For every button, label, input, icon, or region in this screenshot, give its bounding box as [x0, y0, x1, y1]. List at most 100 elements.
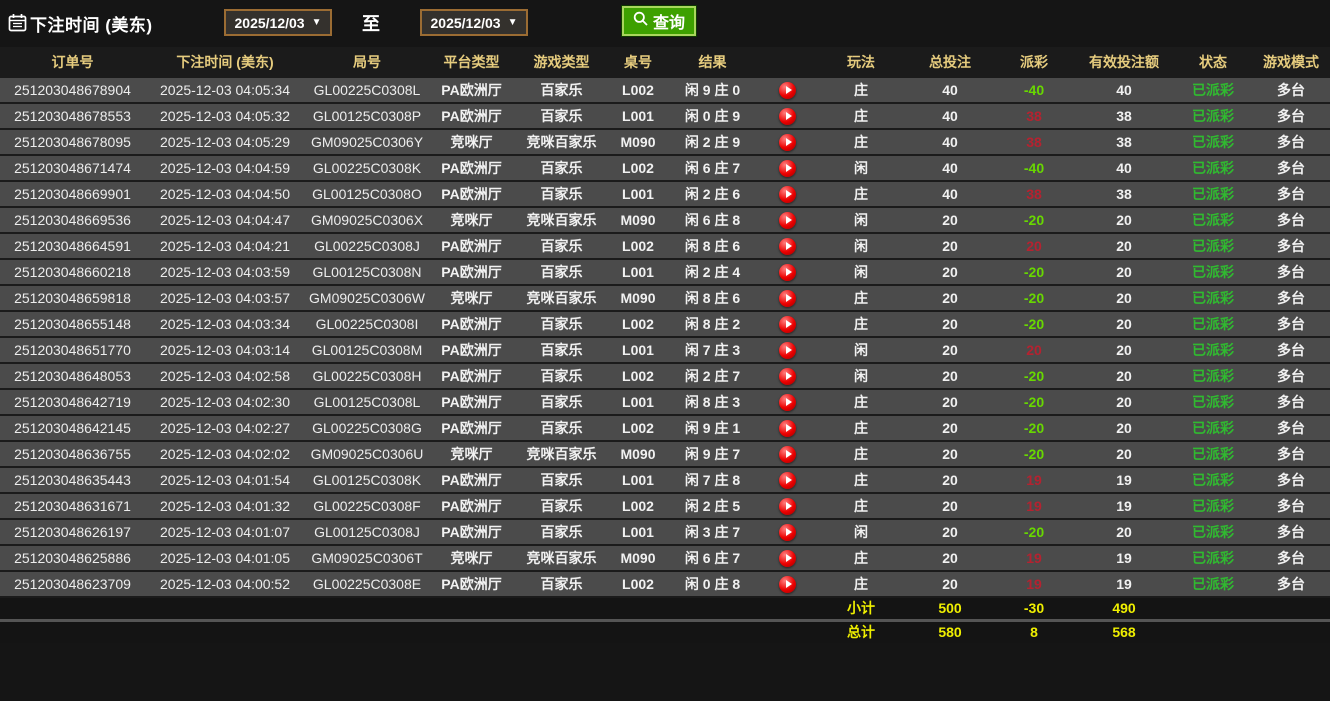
play-video-icon[interactable]: [779, 550, 796, 567]
play-video-icon[interactable]: [779, 160, 796, 177]
status: 已派彩: [1174, 337, 1252, 363]
payout: 19: [994, 545, 1074, 571]
search-button-label: 查询: [653, 9, 685, 33]
bet-time: 2025-12-03 04:03:59: [145, 259, 305, 285]
table-no: M090: [609, 441, 667, 467]
round-no: GL00125C0308K: [305, 467, 429, 493]
play-type: 庄: [816, 181, 906, 207]
play-video-icon[interactable]: [779, 212, 796, 229]
payout: -20: [994, 259, 1074, 285]
play-video-icon[interactable]: [779, 316, 796, 333]
round-no: GM09025C0306Y: [305, 129, 429, 155]
valid-bet: 40: [1074, 155, 1174, 181]
subtotal-empty-cell: [145, 597, 305, 620]
bet-time: 2025-12-03 04:01:32: [145, 493, 305, 519]
status: 已派彩: [1174, 519, 1252, 545]
play-video-icon[interactable]: [779, 342, 796, 359]
round-no: GL00125C0308O: [305, 181, 429, 207]
filter-toolbar: 下注时间 (美东) 2025/12/03 ▼ 至 2025/12/03 ▼ 查询: [0, 0, 1330, 47]
play-video-icon[interactable]: [779, 498, 796, 515]
total-bet: 20: [906, 519, 994, 545]
col-header-play-type: 玩法: [816, 47, 906, 77]
search-button[interactable]: 查询: [622, 6, 696, 36]
result: 闲 7 庄 8: [667, 467, 758, 493]
play-video-icon[interactable]: [779, 576, 796, 593]
order-no: 251203048635443: [0, 467, 145, 493]
table-no: M090: [609, 545, 667, 571]
payout: -40: [994, 155, 1074, 181]
round-no: GL00125C0308L: [305, 389, 429, 415]
game-mode: 多台: [1252, 493, 1330, 519]
result: 闲 8 庄 6: [667, 285, 758, 311]
payout: -20: [994, 311, 1074, 337]
valid-bet: 20: [1074, 207, 1174, 233]
calendar-icon: [8, 13, 27, 37]
play-video-icon[interactable]: [779, 108, 796, 125]
round-no: GL00125C0308M: [305, 337, 429, 363]
platform-type: PA欧洲厅: [429, 519, 514, 545]
col-header-game-type: 游戏类型: [514, 47, 609, 77]
order-no: 251203048678095: [0, 129, 145, 155]
play-video-icon[interactable]: [779, 134, 796, 151]
total-bet: 20: [906, 233, 994, 259]
table-row: 2512030486695362025-12-03 04:04:47GM0902…: [0, 207, 1330, 233]
replay-cell: [758, 389, 816, 415]
play-video-icon[interactable]: [779, 264, 796, 281]
status: 已派彩: [1174, 129, 1252, 155]
order-no: 251203048642719: [0, 389, 145, 415]
result: 闲 2 庄 9: [667, 129, 758, 155]
subtotal-label: 小计: [816, 597, 906, 620]
play-video-icon[interactable]: [779, 472, 796, 489]
result: 闲 3 庄 7: [667, 519, 758, 545]
game-mode: 多台: [1252, 311, 1330, 337]
play-type: 闲: [816, 207, 906, 233]
replay-cell: [758, 467, 816, 493]
play-video-icon[interactable]: [779, 290, 796, 307]
table-row: 2512030486367552025-12-03 04:02:02GM0902…: [0, 441, 1330, 467]
game-mode: 多台: [1252, 519, 1330, 545]
subtotal-empty-cell: [667, 597, 758, 620]
play-video-icon[interactable]: [779, 446, 796, 463]
table-no: L001: [609, 259, 667, 285]
platform-type: PA欧洲厅: [429, 311, 514, 337]
game-type: 百家乐: [514, 233, 609, 259]
date-from-select[interactable]: 2025/12/03 ▼: [224, 9, 332, 36]
table-row: 2512030486427192025-12-03 04:02:30GL0012…: [0, 389, 1330, 415]
payout: -40: [994, 77, 1074, 103]
round-no: GL00125C0308J: [305, 519, 429, 545]
play-video-icon[interactable]: [779, 394, 796, 411]
round-no: GL00225C0308F: [305, 493, 429, 519]
play-video-icon[interactable]: [779, 368, 796, 385]
play-video-icon[interactable]: [779, 238, 796, 255]
round-no: GM09025C0306U: [305, 441, 429, 467]
play-video-icon[interactable]: [779, 420, 796, 437]
platform-type: PA欧洲厅: [429, 103, 514, 129]
play-type: 闲: [816, 233, 906, 259]
subtotal-total-bet: 500: [906, 597, 994, 620]
round-no: GL00225C0308K: [305, 155, 429, 181]
subtotal-empty-cell: [609, 597, 667, 620]
total-empty-cell: [429, 620, 514, 643]
game-type: 百家乐: [514, 155, 609, 181]
replay-cell: [758, 181, 816, 207]
platform-type: PA欧洲厅: [429, 363, 514, 389]
date-to-select[interactable]: 2025/12/03 ▼: [420, 9, 528, 36]
platform-type: 竞咪厅: [429, 545, 514, 571]
order-no: 251203048636755: [0, 441, 145, 467]
round-no: GL00225C0308H: [305, 363, 429, 389]
replay-cell: [758, 207, 816, 233]
payout: -20: [994, 441, 1074, 467]
bet-time: 2025-12-03 04:00:52: [145, 571, 305, 597]
replay-cell: [758, 519, 816, 545]
game-mode: 多台: [1252, 259, 1330, 285]
play-video-icon[interactable]: [779, 186, 796, 203]
total-bet: 20: [906, 545, 994, 571]
replay-cell: [758, 571, 816, 597]
play-video-icon[interactable]: [779, 524, 796, 541]
subtotal-empty-cell: [305, 597, 429, 620]
valid-bet: 20: [1074, 363, 1174, 389]
result: 闲 2 庄 7: [667, 363, 758, 389]
replay-cell: [758, 441, 816, 467]
valid-bet: 20: [1074, 285, 1174, 311]
play-video-icon[interactable]: [779, 82, 796, 99]
